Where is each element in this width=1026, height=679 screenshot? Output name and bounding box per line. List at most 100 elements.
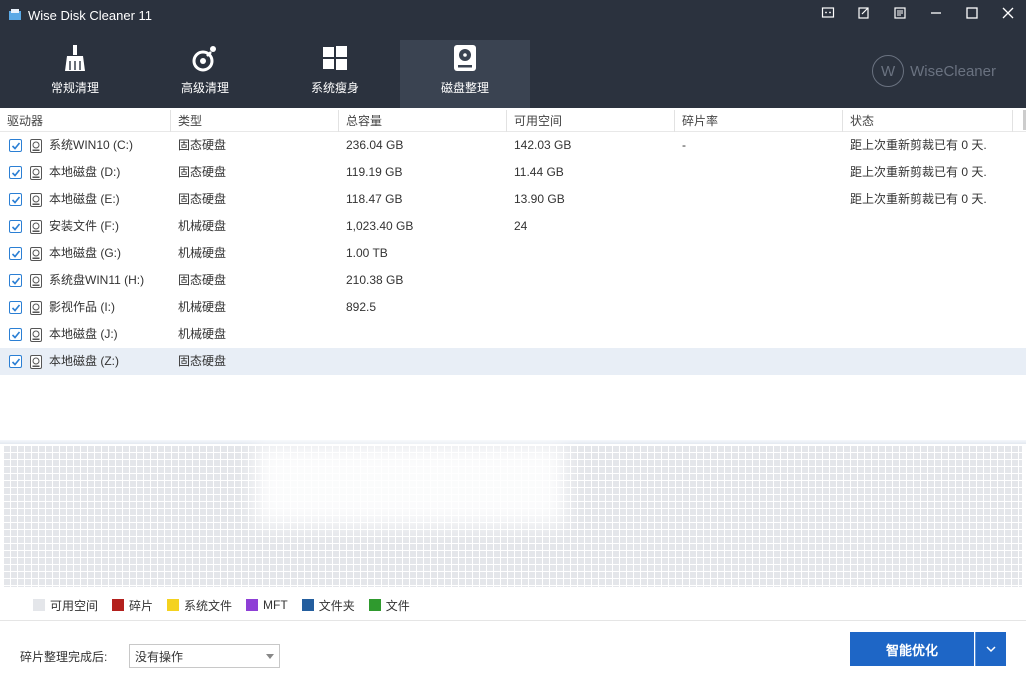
feedback-icon[interactable] [810,0,846,26]
cell-free [507,294,675,321]
cell-free [507,321,675,348]
maximize-icon[interactable] [954,0,990,26]
cell-total: 118.47 GB [346,192,403,206]
cell-fragmentation [675,186,843,213]
drive-icon [30,165,42,180]
smart-optimize-button[interactable]: 智能优化 [850,632,974,666]
table-row[interactable]: 系统WIN10 (C:) 固态硬盘 236.04 GB 142.03 GB - 距上次重新… [0,132,1026,159]
tab-disk-defrag[interactable]: 磁盘整理 [400,40,530,108]
drive-checkbox[interactable] [9,274,22,287]
legend-label: 文件 [385,598,410,613]
drive-name: 本地磁盘 (E:) [49,192,120,206]
cell-drive: 安装文件 (F:) [0,213,171,240]
cell-fragmentation [675,321,843,348]
legend-item-fragment: 碎片 [112,597,153,614]
drive-checkbox[interactable] [9,247,22,260]
tab-common-clean[interactable]: 常规清理 [10,40,140,108]
cell-drive: 系统盘WIN11 (H:) [0,267,171,294]
table-row[interactable]: 本地磁盘 (J:) 机械硬盘 [0,321,1026,348]
drive-name: 安装文件 (F:) [49,219,119,233]
table-header: 驱动器 类型 总容量 可用空间 碎片率 状态 [0,110,1026,132]
wisecleaner-logo-icon: W [872,55,905,87]
drive-checkbox[interactable] [9,139,22,152]
cell-type: 固态硬盘 [178,165,227,179]
tab-label: 常规清理 [50,81,99,95]
table-row[interactable]: 本地磁盘 (Z:) 固态硬盘 [0,348,1026,375]
drive-icon [30,138,42,153]
cell-drive: 系统WIN10 (C:) [0,132,171,159]
app-logo-icon [8,8,22,22]
table-row[interactable]: 本地磁盘 (E:) 固态硬盘 118.47 GB 13.90 GB 距上次重新剪裁已有 … [0,186,1026,213]
optimize-options-button[interactable] [975,632,1006,666]
drive-checkbox[interactable] [9,328,22,341]
cell-status [843,213,1013,240]
cell-fragmentation [675,159,843,186]
close-icon[interactable] [990,0,1026,26]
drive-name: 本地磁盘 (D:) [49,165,121,179]
column-header-free[interactable]: 可用空间 [507,110,675,132]
tab-system-slim[interactable]: 系统瘦身 [270,40,400,108]
table-row[interactable]: 系统盘WIN11 (H:) 固态硬盘 210.38 GB [0,267,1026,294]
column-header-fragmentation[interactable]: 碎片率 [675,110,843,132]
drive-name: 系统WIN10 (C:) [49,138,134,152]
legend-swatch [167,599,180,611]
legend-label: 碎片 [129,598,154,613]
column-header-status[interactable]: 状态 [843,110,1013,132]
drive-table: 驱动器 类型 总容量 可用空间 碎片率 状态 系统WIN10 (C:) 固态硬盘 2… [0,110,1026,440]
drive-icon [30,354,42,369]
drive-checkbox[interactable] [9,355,22,368]
cell-drive: 本地磁盘 (E:) [0,186,171,213]
settings-icon[interactable] [882,0,918,26]
drive-icon [30,327,42,342]
cell-free: 24 [514,219,528,233]
table-row[interactable]: 本地磁盘 (D:) 固态硬盘 119.19 GB 11.44 GB 距上次重新剪裁已有 … [0,159,1026,186]
drive-name: 本地磁盘 (J:) [49,327,118,341]
splitter[interactable] [0,440,1026,444]
minimize-icon[interactable] [918,0,954,26]
wisecleaner-brand[interactable]: W WiseCleaner [872,55,996,87]
app-title: Wise Disk Cleaner 11 [8,4,152,26]
edit-icon[interactable] [846,0,882,26]
table-row[interactable]: 本地磁盘 (G:) 机械硬盘 1.00 TB [0,240,1026,267]
cell-status: 距上次重新剪裁已有 0 天. [850,165,987,179]
table-row[interactable]: 影视作品 (I:) 机械硬盘 892.5 [0,294,1026,321]
drive-checkbox[interactable] [9,301,22,314]
cell-status [843,348,1013,375]
column-header-total[interactable]: 总容量 [339,110,507,132]
drive-checkbox[interactable] [9,220,22,233]
legend-item-files: 文件 [368,597,410,614]
drive-name: 系统盘WIN11 (H:) [49,273,145,287]
drive-icon [30,219,42,234]
chevron-down-icon [986,646,996,653]
drive-checkbox[interactable] [9,193,22,206]
cell-drive: 影视作品 (I:) [0,294,171,321]
drive-name: 本地磁盘 (Z:) [49,354,119,368]
cell-type: 机械硬盘 [178,246,227,260]
drive-icon [30,192,42,207]
legend-swatch [246,599,259,611]
cell-free: 142.03 GB [514,138,572,152]
cell-drive: 本地磁盘 (D:) [0,159,171,186]
legend-swatch [301,599,314,611]
cell-status: 距上次重新剪裁已有 0 天. [850,138,987,152]
column-header-drive[interactable]: 驱动器 [0,110,171,132]
cell-type: 机械硬盘 [178,300,227,314]
map-legend: 可用空间 碎片 系统文件 MFT 文件夹 文件 [33,597,424,613]
cell-total: 1,023.40 GB [346,219,414,233]
column-header-type[interactable]: 类型 [171,110,339,132]
after-defrag-select[interactable]: 没有操作 [129,644,280,668]
tab-advanced-clean[interactable]: 高级清理 [140,40,270,108]
cell-status [843,321,1013,348]
tab-label: 系统瘦身 [310,81,359,95]
cell-status: 距上次重新剪裁已有 0 天. [850,192,987,206]
cell-fragmentation: - [682,138,686,152]
cell-type: 机械硬盘 [178,219,227,233]
drive-icon [30,246,42,261]
cell-status [843,267,1013,294]
cell-drive: 本地磁盘 (J:) [0,321,171,348]
table-row[interactable]: 安装文件 (F:) 机械硬盘 1,023.40 GB 24 [0,213,1026,240]
cell-type: 固态硬盘 [178,138,227,152]
drive-checkbox[interactable] [9,166,22,179]
cell-type: 机械硬盘 [178,327,227,341]
map-overlay [255,445,565,525]
